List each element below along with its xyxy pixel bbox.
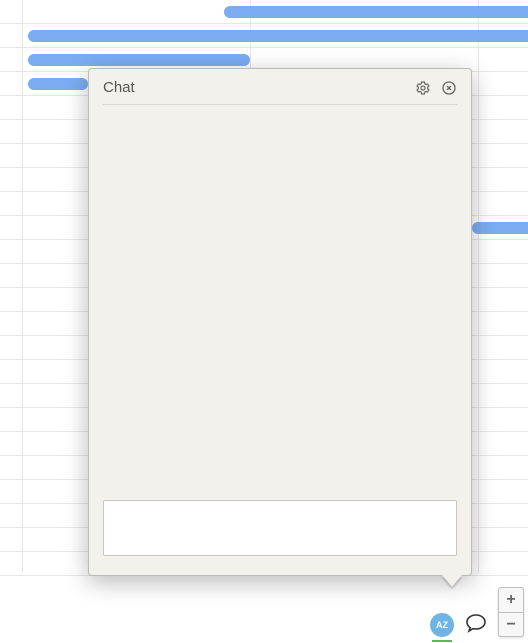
chat-input[interactable] (103, 500, 457, 556)
zoom-controls: + − (498, 587, 524, 637)
gantt-bar[interactable] (28, 30, 528, 42)
close-icon[interactable] (441, 80, 457, 96)
zoom-in-button[interactable]: + (499, 588, 523, 612)
gantt-bar[interactable] (224, 6, 528, 18)
chat-icon (464, 611, 488, 635)
gantt-row (0, 24, 528, 48)
avatar[interactable]: AZ (430, 613, 454, 637)
avatar-initials: AZ (436, 620, 448, 630)
gear-icon[interactable] (415, 80, 431, 96)
chat-messages (103, 105, 457, 500)
bottom-controls: AZ + − (430, 587, 524, 637)
zoom-out-button[interactable]: − (499, 612, 523, 636)
gantt-bar[interactable] (28, 78, 88, 90)
chat-panel-pointer (442, 575, 462, 587)
presence-indicator (432, 640, 452, 642)
gantt-row (0, 0, 528, 24)
gantt-bar[interactable] (472, 222, 528, 234)
chat-panel: Chat (88, 68, 472, 576)
chat-title: Chat (103, 79, 135, 96)
chat-header: Chat (103, 79, 457, 105)
chat-toggle-button[interactable] (462, 609, 490, 637)
chat-input-wrap (103, 500, 457, 561)
chat-header-icons (415, 80, 457, 96)
gantt-bar[interactable] (28, 54, 250, 66)
